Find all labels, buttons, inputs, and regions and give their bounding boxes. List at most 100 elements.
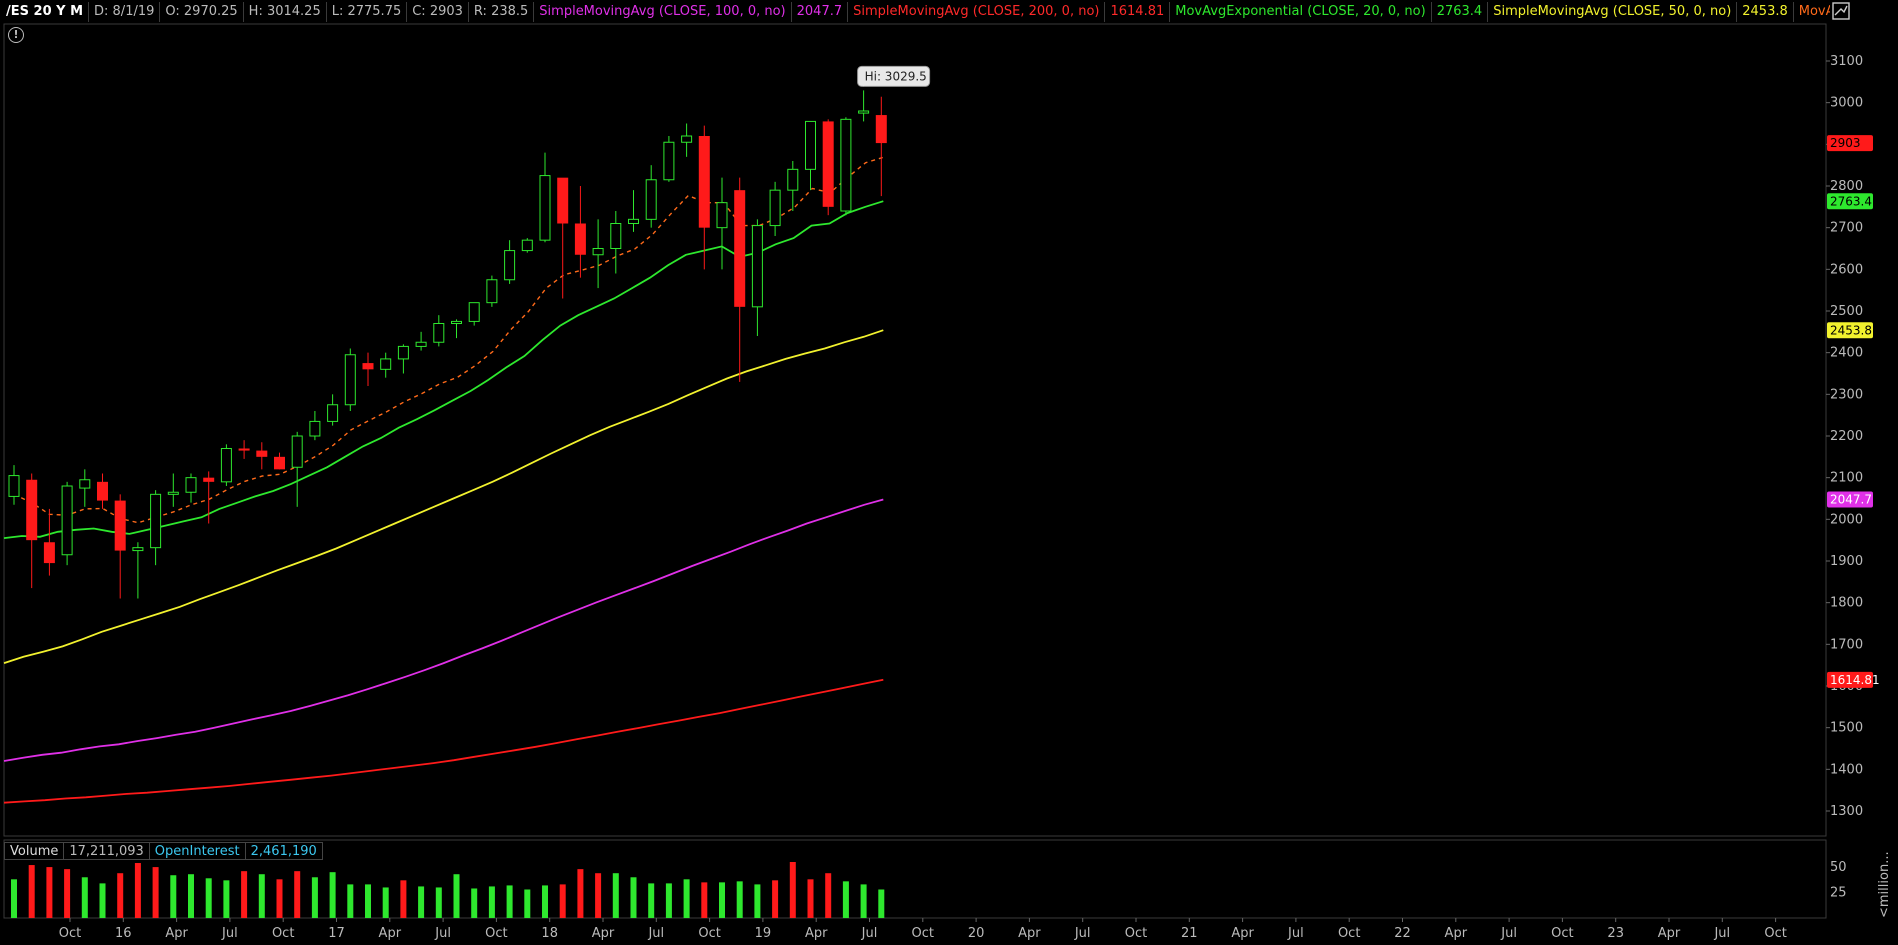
candle-body-up	[8, 475, 20, 497]
volume-bar	[241, 871, 248, 918]
candle-body-down	[274, 456, 285, 470]
candle-body-up	[150, 493, 162, 549]
candle-body-up	[539, 175, 551, 241]
time-tick-label: Oct	[272, 926, 294, 941]
time-tick-label: 23	[1607, 926, 1624, 941]
candle-body-down	[43, 542, 55, 564]
price-axis: 1300140015001600170018001900200021002200…	[1826, 54, 1863, 819]
volume-bar	[665, 883, 672, 918]
price-tick-label: 2100	[1830, 471, 1863, 486]
candle-body-up	[291, 435, 303, 468]
time-tick-label: 21	[1181, 926, 1198, 941]
candle-body-up	[805, 120, 816, 170]
volume-label[interactable]: Volume	[4, 842, 65, 860]
drawing-tool-icon[interactable]	[1832, 2, 1850, 20]
candle-body-up	[610, 223, 622, 249]
moving-average-lines	[3, 156, 884, 804]
volume-bar	[170, 875, 177, 918]
candle-body-down	[97, 481, 108, 501]
volume-bar	[223, 880, 230, 918]
study-sma200-label[interactable]: SimpleMovingAvg (CLOSE, 200, 0, no)	[848, 2, 1106, 22]
time-tick-label: Oct	[698, 926, 720, 941]
time-tick-label: Apr	[379, 926, 402, 941]
tooltip-text: Hi: 3029.5	[865, 69, 927, 83]
volume-bar	[276, 879, 283, 918]
time-tick-label: Apr	[592, 926, 615, 941]
open-interest-label[interactable]: OpenInterest	[149, 842, 246, 860]
candle-body-down	[362, 363, 374, 370]
time-tick-label: 19	[755, 926, 772, 941]
price-tick-label: 1300	[1830, 804, 1863, 819]
candle-body-up	[468, 302, 480, 322]
study-ema8-label[interactable]: MovAvgExponential (CLOSE, 8, 0, no)	[1794, 2, 1830, 22]
price-tick-label: 3000	[1830, 96, 1863, 111]
ma-line-3	[3, 498, 884, 762]
price-tick-label: 2600	[1830, 262, 1863, 277]
volume-bar	[28, 865, 35, 918]
volume-bar	[577, 869, 584, 918]
volume-tick-label: 25	[1830, 886, 1847, 901]
volume-bar	[435, 887, 442, 918]
candle-body-up	[397, 345, 409, 360]
price-badge-text: 2903	[1830, 136, 1861, 150]
volume-bar	[117, 873, 124, 918]
symbol-label[interactable]: /ES 20 Y M	[0, 2, 90, 22]
candle-body-down	[238, 448, 250, 451]
candle-body-up	[380, 358, 392, 370]
candle-body-up	[645, 179, 657, 220]
date-label: D: 8/1/19	[89, 2, 161, 22]
candle-body-up	[167, 491, 179, 495]
volume-bar	[542, 885, 548, 918]
open-label: O: 2970.25	[160, 2, 244, 22]
alert-icon[interactable]: !	[8, 27, 24, 43]
price-badge-text: 2763.4	[1830, 194, 1872, 208]
volume-bar	[365, 884, 371, 918]
study-sma50-value: 2453.8	[1737, 2, 1794, 22]
volume-bar	[789, 862, 796, 918]
study-sma50-label[interactable]: SimpleMovingAvg (CLOSE, 50, 0, no)	[1488, 2, 1738, 22]
candle-body-up	[840, 118, 852, 212]
volume-bar	[524, 889, 531, 918]
study-sma100-label[interactable]: SimpleMovingAvg (CLOSE, 100, 0, no)	[534, 2, 792, 22]
time-tick-label: Apr	[1658, 926, 1681, 941]
time-tick-label: Jul	[1713, 926, 1730, 941]
price-tick-label: 2300	[1830, 387, 1863, 402]
candle-body-down	[26, 479, 38, 541]
volume-bar	[453, 874, 460, 918]
price-tick-label: 2800	[1830, 179, 1863, 194]
chart-header: /ES 20 Y M D: 8/1/19 O: 2970.25 H: 3014.…	[0, 0, 1830, 24]
candle-body-down	[557, 177, 569, 224]
price-tick-label: 2400	[1830, 346, 1863, 361]
chart-frame	[3, 23, 1827, 919]
time-tick-label: 20	[968, 926, 985, 941]
volume-bar	[860, 884, 867, 918]
volume-series	[11, 862, 885, 918]
price-tick-label: 2000	[1830, 512, 1863, 527]
candle-body-up	[858, 110, 870, 114]
price-tick-label: 2700	[1830, 221, 1863, 236]
time-tick-label: Jul	[1500, 926, 1517, 941]
time-tick-label: Apr	[805, 926, 828, 941]
price-tick-label: 1400	[1830, 762, 1863, 777]
range-label: R: 238.5	[469, 2, 535, 22]
time-tick-label: Jul	[1074, 926, 1091, 941]
volume-bar	[683, 879, 690, 918]
candle-body-up	[504, 250, 516, 281]
volume-header: Volume 17,211,093 OpenInterest 2,461,190	[4, 842, 323, 860]
study-ema20-label[interactable]: MovAvgExponential (CLOSE, 20, 0, no)	[1170, 2, 1432, 22]
candle-body-up	[787, 168, 799, 191]
time-tick-label: Oct	[59, 926, 81, 941]
candle-body-up	[663, 141, 675, 181]
candle-body-down	[203, 477, 215, 482]
volume-bar	[595, 873, 602, 918]
volume-bar	[630, 877, 637, 918]
volume-bar	[205, 878, 212, 918]
time-tick-label: Oct	[1764, 926, 1786, 941]
candle-body-up	[61, 485, 73, 556]
candle-body-up	[628, 218, 639, 224]
volume-bar	[46, 867, 53, 918]
time-tick-label: 18	[541, 926, 558, 941]
candle-body-down	[734, 190, 746, 307]
candle-body-down	[574, 223, 586, 255]
chart-canvas[interactable]: 1300140015001600170018001900200021002200…	[0, 0, 1898, 945]
